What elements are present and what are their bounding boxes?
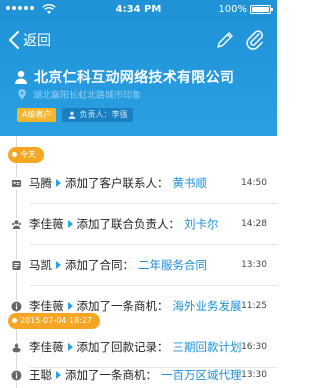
activity-target-link[interactable]: 三期回款计划 bbox=[173, 339, 242, 355]
back-button[interactable]: 返回 bbox=[8, 26, 51, 54]
activity-user: 马凯 bbox=[29, 258, 52, 272]
customer-level-badge: A级客户 bbox=[17, 108, 57, 122]
contact-card-icon bbox=[10, 176, 23, 190]
activity-time: 13:30 bbox=[241, 370, 267, 380]
attachment-icon[interactable] bbox=[245, 29, 265, 51]
activity-time: 11:25 bbox=[241, 301, 267, 311]
activity-target-link[interactable]: 一百万区域代理 bbox=[161, 367, 242, 383]
activity-user: 李佳薇 bbox=[29, 340, 64, 354]
triangle-right-icon bbox=[56, 179, 61, 187]
triangle-right-icon bbox=[67, 302, 73, 310]
info-icon bbox=[10, 368, 23, 382]
status-bar: 4:34 PM 100% bbox=[0, 0, 277, 20]
activity-user: 马腾 bbox=[29, 176, 52, 190]
activity-target-link[interactable]: 刘卡尔 bbox=[184, 216, 219, 232]
customer-header: 4:34 PM 100% 返回 北京仁科互动网络技术有限公司 湖北襄阳长虹北路城… bbox=[0, 0, 277, 136]
company-title: 北京仁科互动网络技术有限公司 bbox=[14, 67, 234, 87]
activity-time: 14:50 bbox=[241, 178, 267, 188]
person-icon bbox=[15, 70, 27, 84]
activity-action: 添加了联合负责人： bbox=[76, 217, 181, 231]
activity-time: 14:28 bbox=[241, 219, 267, 229]
activity-target-link[interactable]: 海外业务发展 bbox=[173, 298, 242, 314]
activity-action: 添加了客户联系人： bbox=[65, 176, 169, 190]
timeline-item[interactable]: 李佳薇 添加了联合负责人： 刘卡尔 14:28 bbox=[0, 204, 277, 244]
location-pin-icon bbox=[18, 89, 26, 100]
owner-text: 负责人：李强 bbox=[79, 110, 128, 119]
activity-time: 16:30 bbox=[241, 342, 267, 352]
triangle-right-icon bbox=[56, 261, 61, 269]
owner-badge: 负责人：李强 bbox=[62, 108, 134, 122]
customer-tags: A级客户 负责人：李强 bbox=[17, 108, 134, 122]
activity-action: 添加了一条商机： bbox=[65, 368, 157, 382]
info-icon bbox=[10, 299, 23, 313]
activity-action: 添加了回款记录： bbox=[76, 340, 169, 354]
owner-icon bbox=[68, 111, 76, 119]
activity-target-link[interactable]: 二年服务合同 bbox=[138, 257, 207, 273]
edit-pencil-icon[interactable] bbox=[215, 30, 235, 50]
nav-bar: 返回 bbox=[0, 26, 277, 54]
people-icon bbox=[10, 217, 23, 231]
battery-percent: 100% bbox=[218, 4, 247, 15]
payment-icon bbox=[10, 340, 23, 354]
battery-icon bbox=[250, 5, 273, 14]
address-text: 湖北襄阳长虹北路城市印象 bbox=[33, 91, 142, 101]
activity-time: 13:30 bbox=[241, 260, 267, 270]
activity-timeline: 今天 马腾 添加了客户联系人： 黄书顺 14:50 李佳薇 添加了联合负责人： … bbox=[0, 136, 277, 388]
activity-target-link[interactable]: 黄书顺 bbox=[173, 175, 208, 191]
timeline-item[interactable]: 王聪 添加了一条商机： 一百万区域代理 13:30 bbox=[0, 355, 277, 388]
back-label: 返回 bbox=[23, 33, 51, 49]
activity-action: 添加了合同： bbox=[65, 258, 134, 272]
contract-icon bbox=[10, 258, 23, 272]
activity-user: 李佳薇 bbox=[29, 217, 64, 231]
activity-user: 李佳薇 bbox=[29, 299, 64, 313]
timeline-item[interactable]: 马凯 添加了合同： 二年服务合同 13:30 bbox=[0, 245, 277, 285]
date-header-today: 今天 bbox=[8, 147, 44, 163]
activity-user: 王聪 bbox=[29, 368, 52, 382]
triangle-right-icon bbox=[67, 220, 73, 228]
company-address: 湖北襄阳长虹北路城市印象 bbox=[17, 88, 141, 101]
triangle-right-icon bbox=[67, 343, 73, 351]
triangle-right-icon bbox=[56, 371, 61, 379]
activity-action: 添加了一条商机： bbox=[76, 299, 169, 313]
chevron-left-icon bbox=[9, 31, 19, 49]
company-name: 北京仁科互动网络技术有限公司 bbox=[34, 70, 235, 86]
timeline-item[interactable]: 马腾 添加了客户联系人： 黄书顺 14:50 bbox=[0, 163, 277, 203]
